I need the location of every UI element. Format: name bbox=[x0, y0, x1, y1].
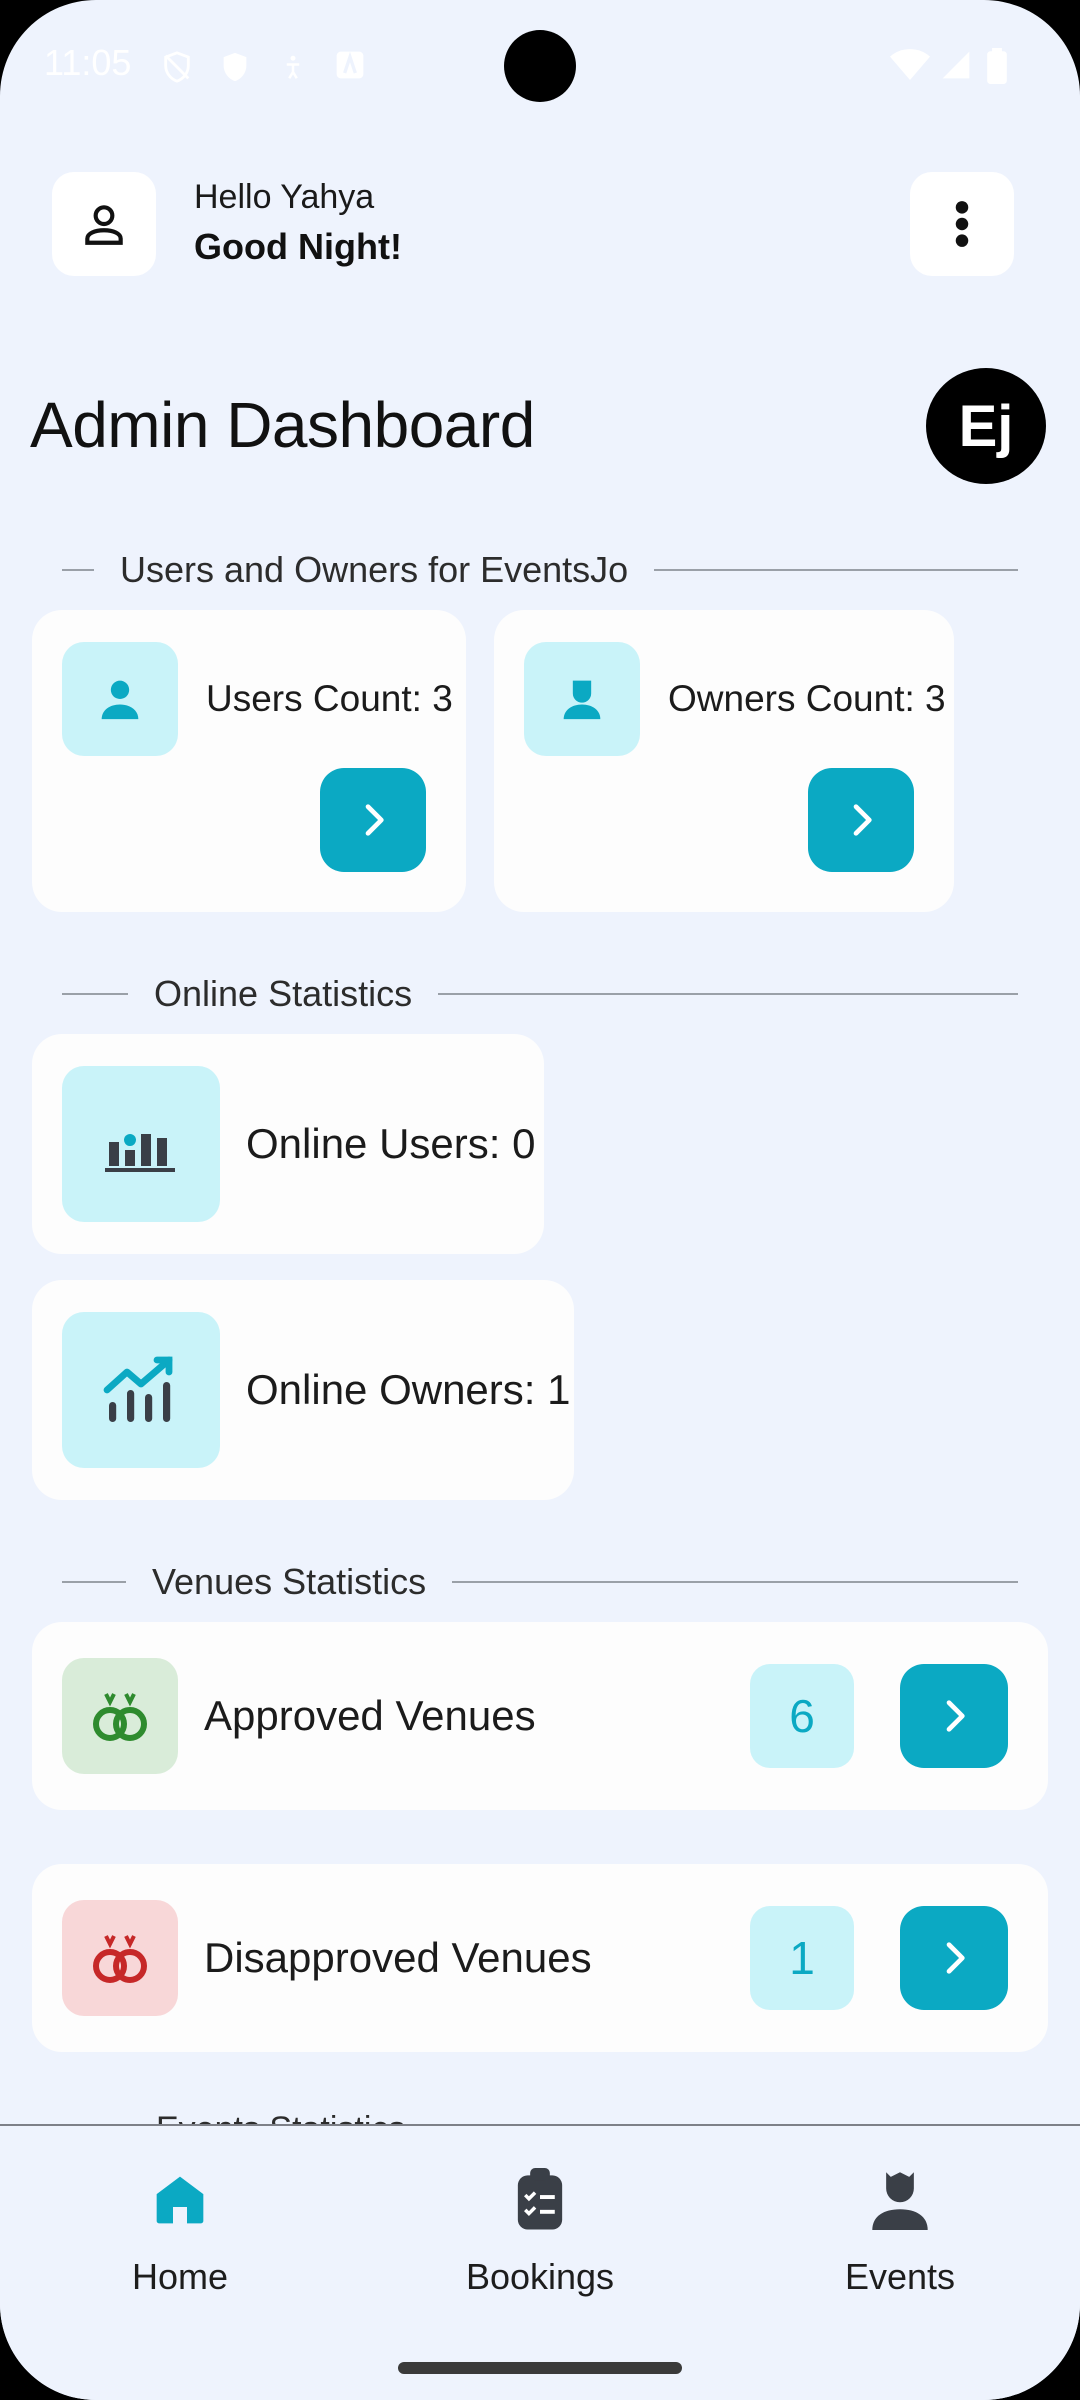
rings-icon bbox=[93, 1693, 147, 1741]
online-owners-label: Online Owners: 1 bbox=[246, 1366, 571, 1413]
greeting-message: Good Night! bbox=[194, 226, 402, 267]
approved-venues-open-button[interactable] bbox=[900, 1664, 1008, 1768]
approved-venues-card[interactable]: Approved Venues 6 bbox=[32, 1622, 1048, 1810]
section-users-owners: Users and Owners for EventsJo bbox=[62, 549, 1018, 590]
home-icon bbox=[156, 2176, 204, 2224]
signal-icon bbox=[942, 51, 970, 79]
owner-icon bbox=[563, 680, 601, 720]
divider bbox=[438, 993, 1018, 995]
user-tile bbox=[62, 642, 178, 756]
clipboard-checklist-icon bbox=[517, 2168, 563, 2230]
camera-cutout bbox=[504, 30, 576, 102]
owner-tile bbox=[524, 642, 640, 756]
online-users-card: Online Users: 0 bbox=[32, 1034, 544, 1254]
profile-button[interactable] bbox=[52, 172, 156, 276]
person-icon bbox=[101, 680, 139, 720]
owners-count-label: Owners Count: 3 bbox=[668, 678, 946, 719]
chevron-right-icon bbox=[365, 804, 384, 836]
shield-icon bbox=[223, 52, 247, 82]
approved-venue-tile bbox=[62, 1658, 178, 1774]
owners-open-button[interactable] bbox=[808, 768, 914, 872]
approved-venues-count: 6 bbox=[750, 1664, 854, 1768]
more-vertical-icon bbox=[955, 201, 969, 247]
more-options-button[interactable] bbox=[910, 172, 1014, 276]
greeting-hello: Hello Yahya bbox=[194, 178, 375, 216]
app-notification-icon bbox=[336, 51, 364, 79]
divider bbox=[62, 569, 94, 571]
status-bar: 11:05 bbox=[0, 0, 1080, 130]
chevron-right-icon bbox=[946, 1700, 965, 1732]
divider bbox=[654, 569, 1018, 571]
disapproved-venues-card[interactable]: Disapproved Venues 1 bbox=[32, 1864, 1048, 2052]
person-icon bbox=[85, 205, 123, 245]
disapproved-venues-count: 1 bbox=[750, 1906, 854, 2010]
bar-chart-icon bbox=[105, 1134, 175, 1172]
users-count-label: Users Count: 3 bbox=[206, 678, 453, 719]
gesture-bar[interactable] bbox=[398, 2362, 682, 2374]
section-events-statistics: Events Statistics bbox=[156, 2110, 405, 2124]
approved-venues-label: Approved Venues bbox=[204, 1692, 536, 1739]
users-open-button[interactable] bbox=[320, 768, 426, 872]
battery-icon bbox=[987, 48, 1007, 84]
users-count-card: Users Count: 3 bbox=[32, 610, 466, 912]
online-owners-tile bbox=[62, 1312, 220, 1468]
nav-bookings[interactable]: Bookings bbox=[420, 2160, 660, 2298]
divider bbox=[452, 1581, 1018, 1583]
rings-icon bbox=[93, 1935, 147, 1983]
wifi-icon bbox=[890, 49, 930, 80]
screen: 11:05 Hello Yahya Good Night! Admin Dash… bbox=[0, 0, 1080, 2400]
person-king-icon bbox=[872, 2172, 928, 2230]
disapproved-venue-tile bbox=[62, 1900, 178, 2016]
online-users-tile bbox=[62, 1066, 220, 1222]
disapproved-venues-label: Disapproved Venues bbox=[204, 1934, 592, 1981]
owners-count-card: Owners Count: 3 bbox=[494, 610, 954, 912]
chevron-right-icon bbox=[853, 804, 872, 836]
section-title: Venues Statistics bbox=[152, 1561, 427, 1602]
chevron-right-icon bbox=[946, 1942, 965, 1974]
accessibility-icon bbox=[286, 55, 300, 79]
nav-events-label: Events bbox=[844, 2256, 956, 2297]
trend-up-icon bbox=[103, 1356, 173, 1422]
nav-home[interactable]: Home bbox=[60, 2160, 300, 2298]
page-title: Admin Dashboard bbox=[30, 389, 535, 461]
nav-home-label: Home bbox=[131, 2256, 229, 2297]
disapproved-venues-open-button[interactable] bbox=[900, 1906, 1008, 2010]
eventsjo-logo: Ej bbox=[926, 368, 1046, 484]
online-owners-card: Online Owners: 1 bbox=[32, 1280, 574, 1500]
divider bbox=[62, 993, 128, 995]
nav-events[interactable]: Events bbox=[780, 2160, 1020, 2298]
section-title: Users and Owners for EventsJo bbox=[120, 549, 629, 590]
online-users-label: Online Users: 0 bbox=[246, 1120, 536, 1167]
divider bbox=[62, 1581, 126, 1583]
status-time: 11:05 bbox=[44, 42, 132, 83]
section-title: Online Statistics bbox=[154, 973, 413, 1014]
section-online-statistics: Online Statistics bbox=[62, 973, 1018, 1014]
section-venues-statistics: Venues Statistics bbox=[62, 1561, 1018, 1602]
nav-bookings-label: Bookings bbox=[465, 2256, 615, 2297]
shield-off-icon bbox=[164, 51, 190, 83]
